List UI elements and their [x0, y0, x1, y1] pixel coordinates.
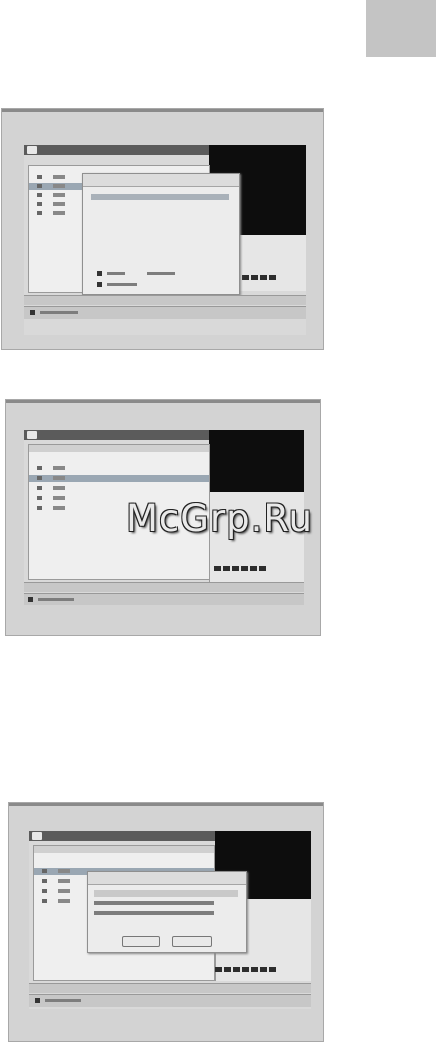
play-mode-icon: [28, 597, 33, 602]
dialog-title: [88, 872, 246, 885]
playback-controls[interactable]: [214, 566, 266, 571]
setup-dialog: [87, 871, 247, 953]
cancel-button[interactable]: [172, 936, 212, 947]
page-corner-tab: [366, 0, 436, 57]
frame-top-line: [9, 803, 323, 806]
play-label: [107, 272, 125, 275]
save-button[interactable]: [122, 936, 160, 947]
delete-all-label: [107, 283, 137, 286]
status-bar: [29, 983, 311, 993]
frame-top-line: [6, 400, 320, 403]
list-item-selected[interactable]: [29, 475, 209, 482]
preview-pane: [209, 430, 304, 492]
app-window: [29, 831, 311, 1009]
title-bar: [24, 145, 209, 155]
title-bar: [24, 430, 209, 440]
watermark: McGrp.Ru: [126, 497, 313, 540]
setting-row-1[interactable]: [94, 890, 238, 897]
app-logo-icon: [27, 431, 37, 439]
setting-row-2[interactable]: [94, 901, 214, 905]
play-mode-label: [40, 311, 78, 314]
frame-top-line: [2, 109, 323, 112]
delete-all-icon[interactable]: [97, 282, 102, 287]
play-icon[interactable]: [97, 271, 102, 276]
status-bar: [24, 582, 304, 592]
play-mode-label: [38, 598, 74, 601]
status-bar: [24, 295, 306, 305]
dialog-title: [83, 174, 239, 187]
app-logo-icon: [32, 832, 42, 840]
play-mode-label: [45, 999, 81, 1002]
play-mode-bar: [29, 994, 311, 1007]
play-mode-icon: [35, 998, 40, 1003]
list-item[interactable]: [29, 485, 209, 492]
play-mode-bar: [24, 306, 306, 319]
app-logo-icon: [27, 146, 37, 154]
music-dialog: [82, 173, 240, 295]
screenshot-3: [8, 802, 324, 1042]
setting-row-3[interactable]: [94, 911, 214, 915]
title-bar: [29, 831, 215, 841]
screenshot-1: [1, 108, 324, 350]
playback-controls[interactable]: [215, 967, 276, 972]
app-window: [24, 145, 306, 335]
delete-label: [147, 272, 175, 275]
play-mode-icon: [30, 310, 35, 315]
playback-controls[interactable]: [242, 275, 276, 280]
play-mode-bar: [24, 593, 304, 605]
list-header: [34, 846, 214, 853]
list-item[interactable]: [29, 465, 209, 472]
list-header: [29, 445, 209, 452]
dialog-item-selected[interactable]: [91, 194, 229, 200]
